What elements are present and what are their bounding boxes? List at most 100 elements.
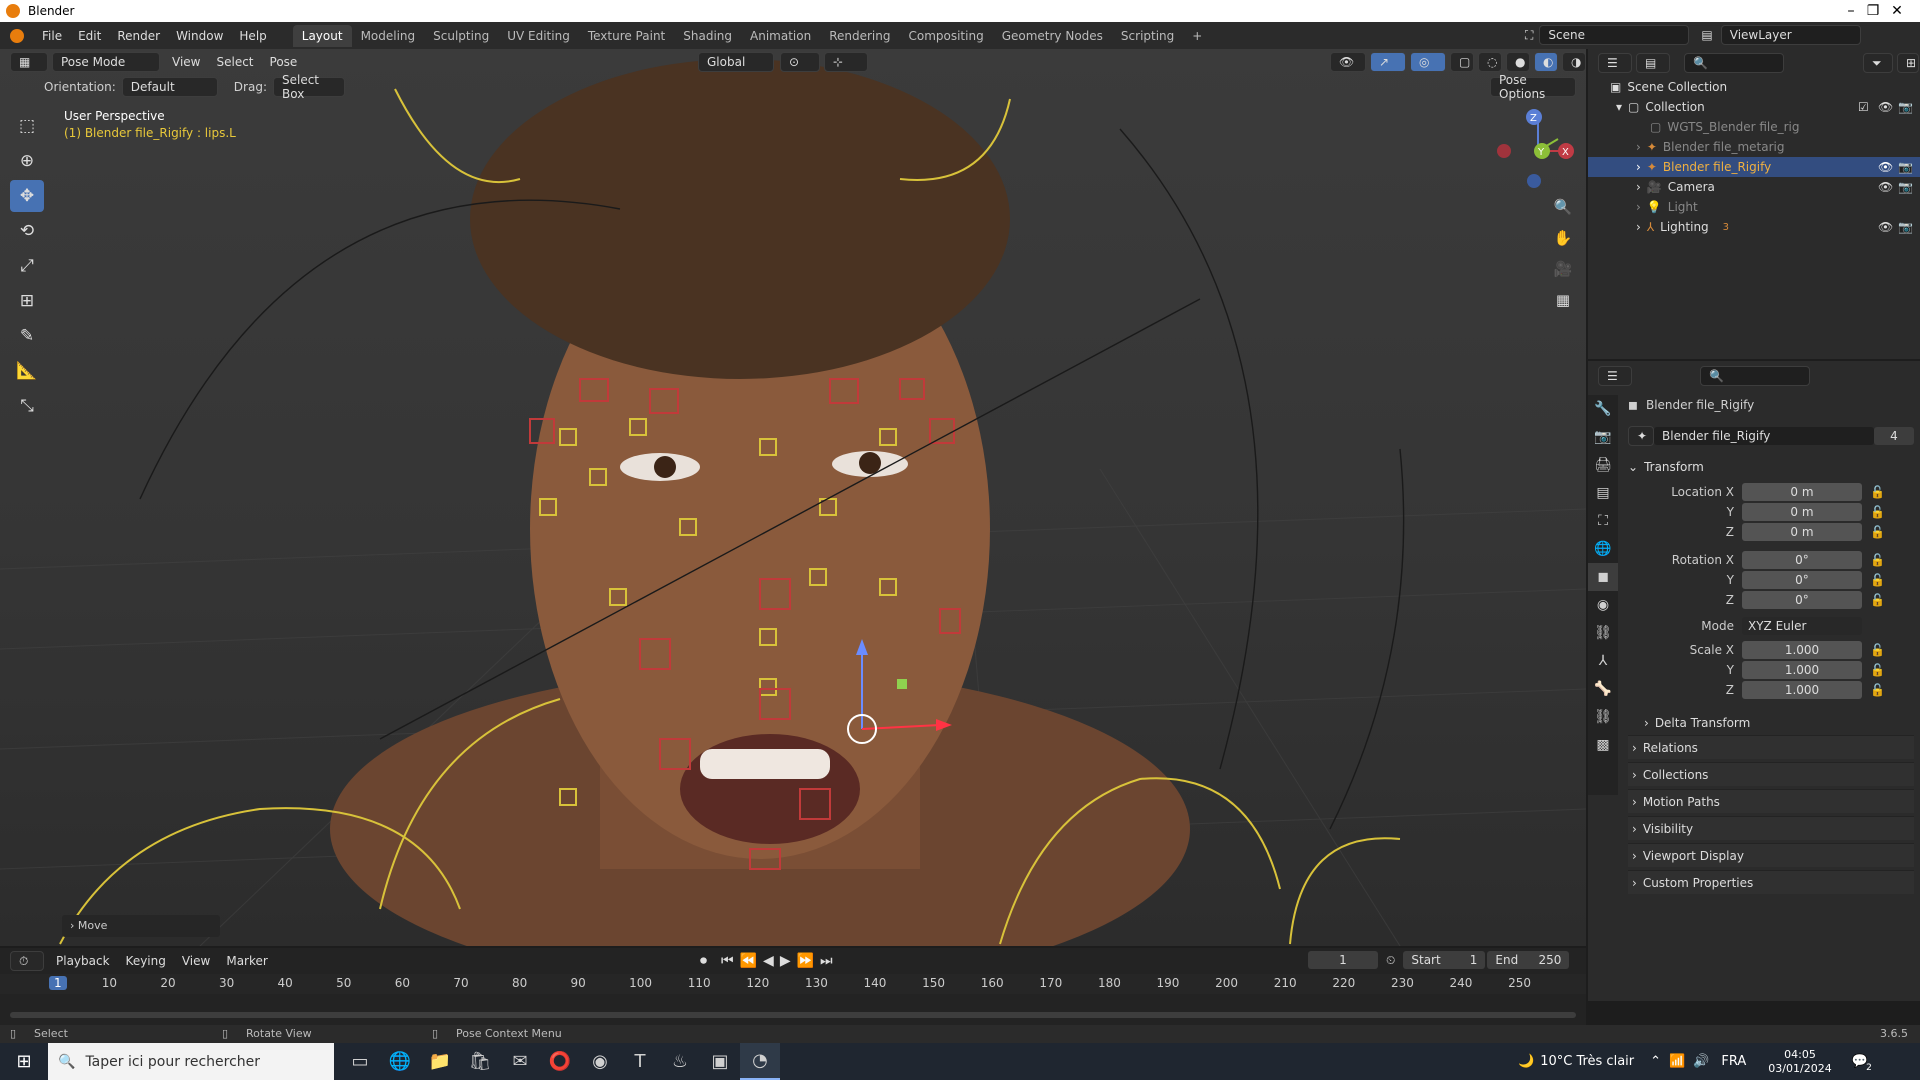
rendered-shading-icon[interactable]: ◑ (1562, 52, 1586, 72)
expand-arrow-icon[interactable]: ▾ (1616, 100, 1622, 114)
world-tab-icon[interactable]: 🌐 (1588, 535, 1618, 563)
rotation-z-field[interactable]: 0° (1742, 591, 1862, 609)
tab-uv-editing[interactable]: UV Editing (498, 25, 579, 47)
panel-collections[interactable]: › Collections (1628, 762, 1914, 786)
transform-orientation-selector[interactable]: Global (698, 52, 774, 72)
lock-icon[interactable]: 🔓 (1870, 643, 1910, 657)
next-keyframe-icon[interactable]: ⏩ (797, 953, 814, 969)
pose-options-button[interactable]: Pose Options (1490, 73, 1576, 101)
tab-animation[interactable]: Animation (741, 25, 820, 47)
eye-icon[interactable]: 👁 (1878, 160, 1893, 174)
properties-editor-type-icon[interactable]: ☰ (1598, 366, 1632, 386)
app-icon[interactable]: ▣ (700, 1043, 740, 1080)
frame-end-field[interactable]: End 250 (1487, 951, 1570, 969)
render-tab-icon[interactable]: 📷 (1588, 423, 1618, 451)
windows-start-icon[interactable]: ⊞ (4, 1043, 44, 1080)
orientation-selector[interactable]: Default (121, 77, 218, 97)
blender-menu-icon[interactable] (10, 28, 24, 43)
outliner-collection[interactable]: ▾ ▢ Collection ☑ 👁 📷 (1588, 97, 1920, 117)
jump-start-icon[interactable]: ⏮ (721, 953, 734, 969)
zoom-icon[interactable]: 🔍 (1550, 194, 1576, 220)
select-box-tool-icon[interactable]: ⬚ (10, 110, 44, 142)
3d-viewport[interactable]: Z X Y ▦ Pose Mode View Select Pose Globa… (0, 49, 1586, 946)
menu-help[interactable]: Help (231, 29, 274, 43)
armature-browse-icon[interactable]: ✦ (1628, 426, 1654, 446)
viewport-menu-select[interactable]: Select (208, 55, 261, 69)
scale-z-field[interactable]: 1.000 (1742, 681, 1862, 699)
snap-button[interactable]: ⊹ (824, 52, 868, 72)
opera-icon[interactable]: ⭕ (540, 1043, 580, 1080)
add-workspace-button[interactable]: + (1183, 25, 1211, 47)
outliner-item-camera[interactable]: › 🎥 Camera 👁 📷 (1588, 177, 1920, 197)
store-icon[interactable]: 🛍 (460, 1043, 500, 1080)
mode-selector[interactable]: Pose Mode (52, 52, 160, 72)
eye-icon[interactable]: 👁 (1878, 180, 1893, 194)
scene-tab-icon[interactable]: ⛶ (1588, 507, 1618, 535)
annotate-tool-icon[interactable]: ✎ (10, 320, 44, 352)
notification-icon[interactable]: 💬 2 (1852, 1054, 1872, 1073)
eye-icon[interactable]: 👁 (1878, 220, 1893, 234)
panel-custom-properties[interactable]: › Custom Properties (1628, 870, 1914, 894)
scene-selector[interactable]: Scene (1539, 25, 1690, 45)
bone-constraints-tab-icon[interactable]: ⛓ (1588, 703, 1618, 731)
location-z-field[interactable]: 0 m (1742, 523, 1862, 541)
expand-arrow-icon[interactable]: › (1636, 180, 1641, 194)
expand-arrow-icon[interactable]: › (1636, 220, 1641, 234)
frame-start-field[interactable]: Start 1 (1403, 951, 1486, 969)
timeline-scrollbar[interactable] (10, 1012, 1576, 1018)
lock-icon[interactable]: 🔓 (1870, 683, 1910, 697)
wireframe-shading-icon[interactable]: ◌ (1478, 52, 1502, 72)
outliner-item-rigify[interactable]: › ✦ Blender file_Rigify 👁 📷 (1588, 157, 1920, 177)
menu-window[interactable]: Window (168, 29, 231, 43)
view-layer-tab-icon[interactable]: ▤ (1588, 479, 1618, 507)
bone-tab-icon[interactable]: 🦴 (1588, 675, 1618, 703)
record-icon[interactable]: ⏺ (700, 953, 707, 969)
frame-ruler[interactable]: 1 10 20 30 40 50 60 70 80 90 100 110 120 130 140 150 160… (0, 974, 1586, 994)
lock-icon[interactable]: 🔓 (1870, 553, 1910, 567)
menu-render[interactable]: Render (109, 29, 168, 43)
physics-tab-icon[interactable]: ◉ (1588, 591, 1618, 619)
viewport-menu-view[interactable]: View (164, 55, 208, 69)
last-operator-panel[interactable]: › Move (62, 915, 220, 937)
perspective-toggle-icon[interactable]: ▦ (1550, 287, 1576, 313)
panel-visibility[interactable]: › Visibility (1628, 816, 1914, 840)
lock-icon[interactable]: 🔓 (1870, 505, 1910, 519)
clock-icon[interactable]: ⏲ (1386, 953, 1395, 968)
armature-data-tab-icon[interactable]: ⅄ (1588, 647, 1618, 675)
display-mode-icon[interactable]: ▤ (1636, 53, 1670, 73)
cursor-tool-icon[interactable]: ⊕ (10, 145, 44, 177)
lock-icon[interactable]: 🔓 (1870, 485, 1910, 499)
tab-rendering[interactable]: Rendering (820, 25, 899, 47)
outliner-search-input[interactable]: 🔍 (1684, 53, 1784, 73)
measure-tool-icon[interactable]: 📐 (10, 355, 44, 387)
camera-view-icon[interactable]: 🎥 (1550, 256, 1576, 282)
pivot-point-button[interactable]: ⊙ (780, 52, 820, 72)
tab-sculpting[interactable]: Sculpting (424, 25, 498, 47)
weather-text[interactable]: 10°C Très clair (1540, 1054, 1634, 1069)
mail-icon[interactable]: ✉ (500, 1043, 540, 1080)
tab-compositing[interactable]: Compositing (899, 25, 992, 47)
tab-geometry-nodes[interactable]: Geometry Nodes (993, 25, 1112, 47)
outliner-scene-collection[interactable]: ▣ Scene Collection (1588, 77, 1920, 97)
editor-type-button[interactable]: ▦ (10, 52, 48, 72)
new-collection-icon[interactable]: ⊞ (1897, 53, 1919, 73)
current-frame-field[interactable]: 1 (1308, 951, 1378, 969)
outliner-item-wgts[interactable]: ▢ WGTS_Blender file_rig (1588, 117, 1920, 137)
outliner-editor-type-icon[interactable]: ☰ (1598, 53, 1632, 73)
scale-x-field[interactable]: 1.000 (1742, 641, 1862, 659)
solid-shading-icon[interactable]: ● (1506, 52, 1530, 72)
eye-icon[interactable]: 👁 (1878, 100, 1893, 114)
language-indicator[interactable]: FRA (1721, 1054, 1746, 1069)
material-shading-icon[interactable]: ◐ (1534, 52, 1558, 72)
tool-tab-icon[interactable]: 🔧 (1588, 395, 1618, 423)
tab-scripting[interactable]: Scripting (1112, 25, 1183, 47)
file-explorer-icon[interactable]: 📁 (420, 1043, 460, 1080)
user-count[interactable]: 4 (1874, 427, 1914, 445)
camera-icon[interactable]: 📷 (1898, 180, 1913, 194)
blender-taskbar-icon[interactable]: ◔ (740, 1043, 780, 1080)
clock[interactable]: 04:05 03/01/2024 (1768, 1048, 1831, 1076)
jump-end-icon[interactable]: ⏭ (820, 953, 833, 969)
lock-icon[interactable]: 🔓 (1870, 663, 1910, 677)
location-x-field[interactable]: 0 m (1742, 483, 1862, 501)
delta-transform-subpanel[interactable]: › Delta Transform (1628, 711, 1914, 735)
